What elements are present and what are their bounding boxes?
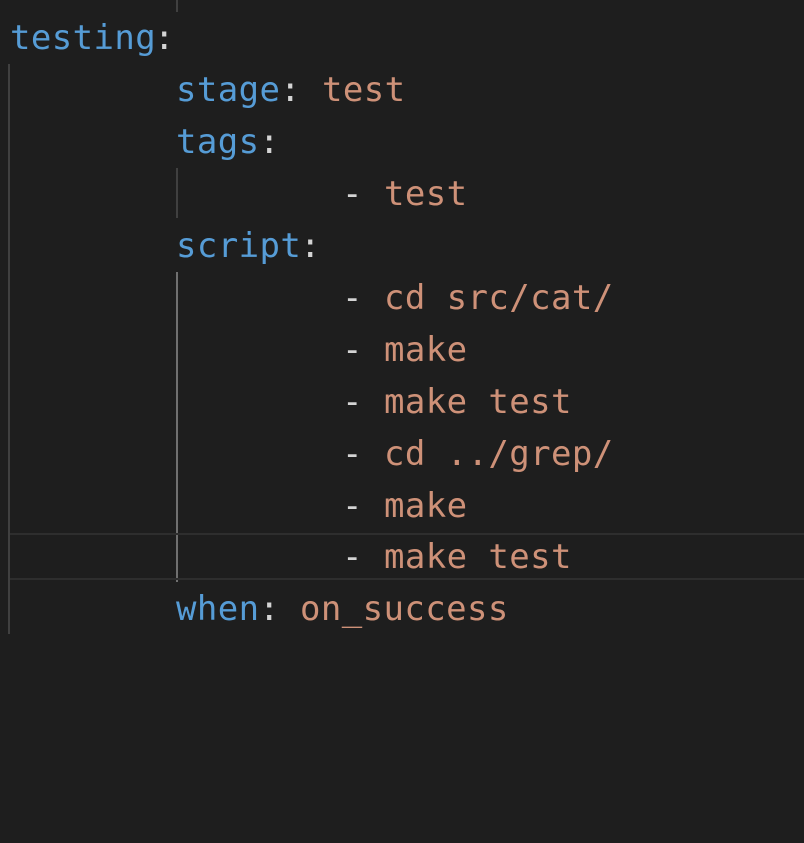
list-dash: - (342, 382, 363, 422)
list-dash: - (342, 486, 363, 526)
list-dash: - (342, 434, 363, 474)
yaml-value: cd ../grep/ (384, 434, 614, 474)
yaml-key: stage (176, 70, 281, 110)
yaml-value: make (384, 486, 468, 526)
code-editor[interactable]: testing : stage : test tags : - test scr… (0, 0, 804, 670)
indent-guide-top (176, 0, 178, 12)
yaml-value: test (384, 174, 468, 214)
code-line[interactable]: stage : test (0, 64, 804, 116)
code-line[interactable]: - test (0, 168, 804, 220)
yaml-colon: : (259, 589, 280, 629)
yaml-value: make test (384, 382, 572, 422)
list-dash: - (342, 330, 363, 370)
code-line[interactable]: script : (0, 220, 804, 272)
yaml-key: when (176, 589, 260, 629)
yaml-value: make (384, 330, 468, 370)
code-line[interactable]: - cd ../grep/ (0, 428, 804, 480)
yaml-colon: : (280, 70, 301, 110)
code-line[interactable]: - make (0, 480, 804, 532)
code-line[interactable]: when : on_success (0, 583, 804, 635)
yaml-colon: : (154, 18, 175, 58)
yaml-value: cd src/cat/ (384, 278, 614, 318)
yaml-colon: : (259, 122, 280, 162)
list-dash: - (342, 537, 363, 577)
code-line[interactable]: testing : (0, 12, 804, 64)
code-line[interactable]: - make (0, 324, 804, 376)
yaml-value: make test (384, 537, 572, 577)
yaml-key: testing (10, 18, 157, 58)
yaml-key: script (176, 226, 302, 266)
list-dash: - (342, 278, 363, 318)
yaml-value: on_success (300, 589, 509, 629)
list-dash: - (342, 174, 363, 214)
code-line[interactable]: tags : (0, 116, 804, 168)
code-line[interactable]: - cd src/cat/ (0, 272, 804, 324)
code-line[interactable]: - make test (0, 376, 804, 428)
yaml-colon: : (300, 226, 321, 266)
code-line-current[interactable]: - make test (0, 531, 804, 583)
yaml-value: test (322, 70, 406, 110)
yaml-key: tags (176, 122, 260, 162)
